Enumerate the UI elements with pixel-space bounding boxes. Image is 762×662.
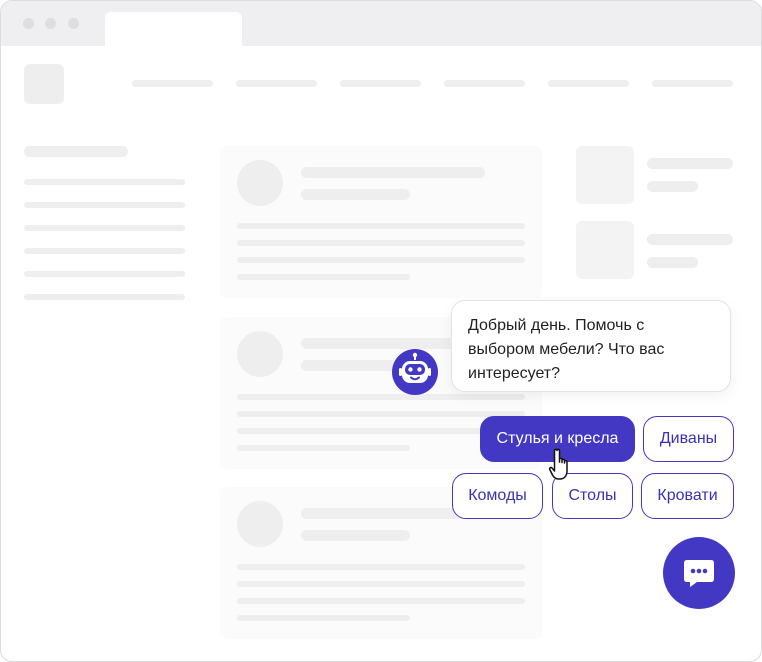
sidebar-line-placeholder <box>24 248 185 254</box>
window-maximize-dot[interactable] <box>68 18 79 29</box>
nav-item-placeholder <box>444 80 525 87</box>
sidebar-line-placeholder <box>24 179 185 185</box>
text-line-placeholder <box>237 223 525 229</box>
thumbnail-placeholder <box>576 221 634 279</box>
sidebar-heading-placeholder <box>24 146 128 157</box>
text-line-placeholder <box>237 564 525 570</box>
text-line-placeholder <box>237 581 525 587</box>
option-beds-button[interactable]: Кровати <box>641 473 734 519</box>
chat-bubble-icon <box>684 560 714 587</box>
text-line-placeholder <box>237 394 525 400</box>
hand-pointer-cursor-icon <box>548 448 568 480</box>
option-sofas-button[interactable]: Диваны <box>643 416 734 462</box>
robot-icon <box>399 352 431 383</box>
chat-launcher-button[interactable] <box>663 537 735 609</box>
browser-tab[interactable] <box>105 12 242 46</box>
thumbnail-placeholder <box>576 146 634 204</box>
subtitle-placeholder <box>301 189 410 200</box>
subtitle-placeholder <box>301 530 410 541</box>
avatar-placeholder <box>237 331 283 377</box>
nav-item-placeholder <box>236 80 317 87</box>
text-line-placeholder <box>237 445 410 451</box>
window-close-dot[interactable] <box>23 18 34 29</box>
title-placeholder <box>301 167 485 178</box>
avatar-placeholder <box>237 501 283 547</box>
browser-titlebar <box>1 1 761 46</box>
sidebar-line-placeholder <box>24 271 185 277</box>
text-line-placeholder <box>237 411 525 417</box>
text-line-placeholder <box>237 615 410 621</box>
title-placeholder <box>647 158 733 169</box>
text-line-placeholder <box>237 257 525 263</box>
nav-item-placeholder <box>548 80 629 87</box>
subtitle-placeholder <box>647 257 698 268</box>
window-minimize-dot[interactable] <box>45 18 56 29</box>
subtitle-placeholder <box>647 181 698 192</box>
option-dressers-button[interactable]: Комоды <box>452 473 543 519</box>
text-line-placeholder <box>237 240 525 246</box>
text-line-placeholder <box>237 598 525 604</box>
sidebar-line-placeholder <box>24 294 185 300</box>
chatbot-message-text: Добрый день. Помочь с выбором мебели? Чт… <box>468 317 665 382</box>
text-line-placeholder <box>237 274 410 280</box>
chatbot-message-bubble: Добрый день. Помочь с выбором мебели? Чт… <box>451 300 731 392</box>
sidebar-line-placeholder <box>24 225 185 231</box>
avatar-placeholder <box>237 160 283 206</box>
title-placeholder <box>647 234 733 245</box>
sidebar-line-placeholder <box>24 202 185 208</box>
logo-placeholder <box>24 64 64 104</box>
nav-item-placeholder <box>132 80 213 87</box>
nav-item-placeholder <box>652 80 733 87</box>
nav-item-placeholder <box>340 80 421 87</box>
chatbot-avatar <box>392 349 438 395</box>
feed-card-placeholder <box>220 146 542 298</box>
